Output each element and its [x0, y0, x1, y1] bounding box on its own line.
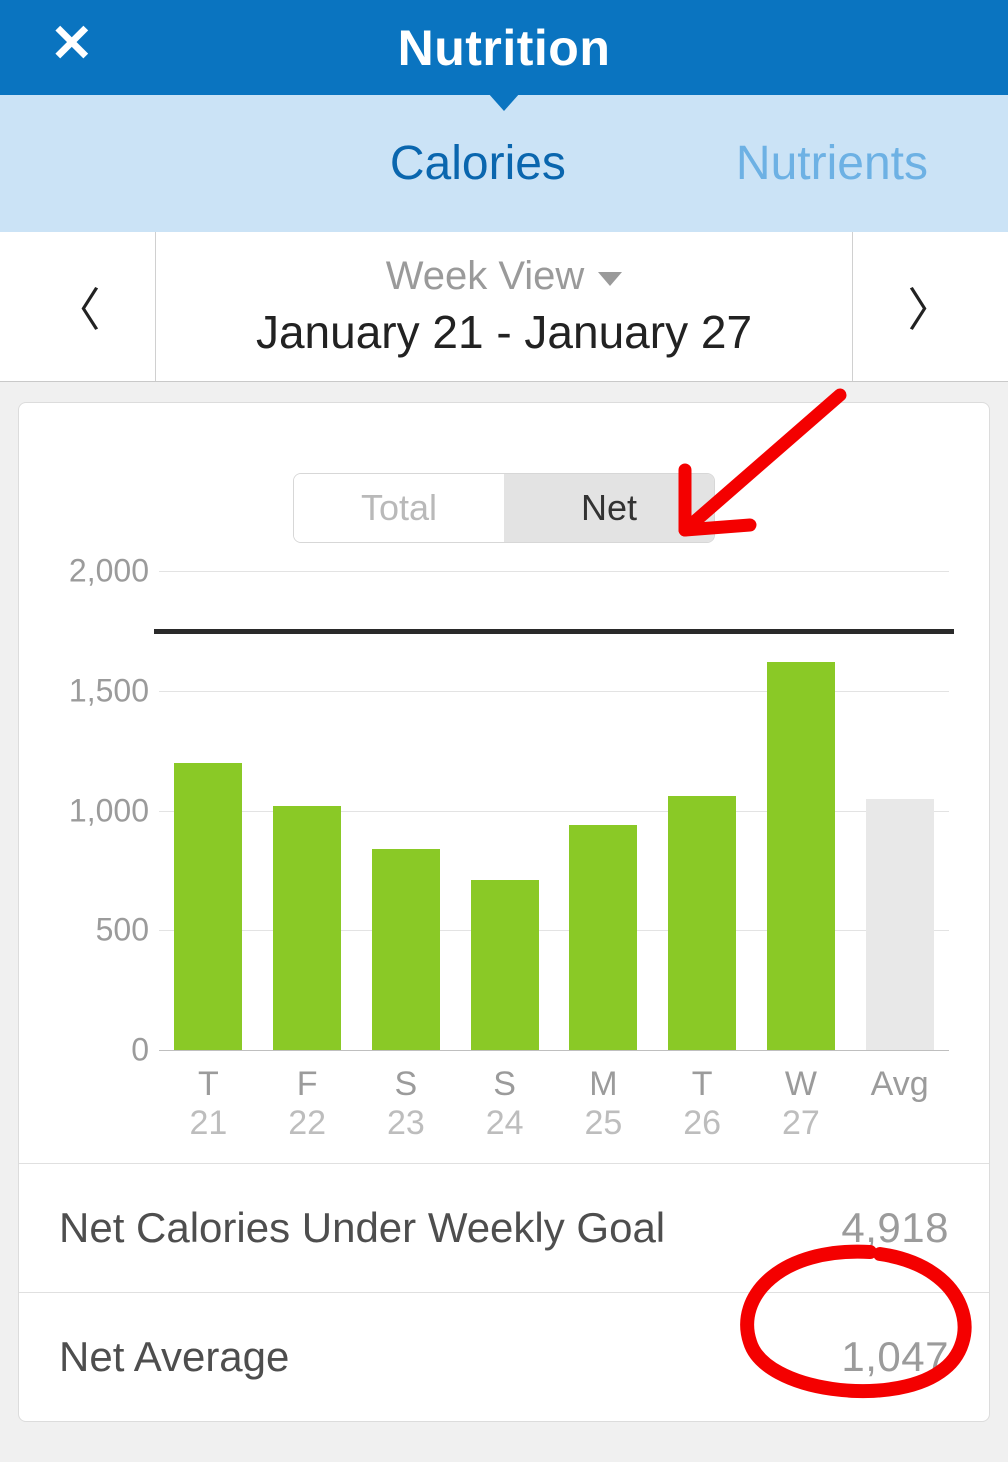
x-tick: W27 [752, 1051, 851, 1143]
close-icon[interactable]: ✕ [50, 18, 94, 70]
net-average-value: 1,047 [841, 1333, 949, 1381]
bar-Avg [866, 799, 934, 1050]
stats-list: Net Calories Under Weekly Goal 4,918 Net… [19, 1163, 989, 1421]
bar-S-24 [471, 880, 539, 1050]
nutrition-card: Total Net 0 500 1,000 1,500 2,000 T21F22S23S… [18, 402, 990, 1422]
x-tick: F22 [258, 1051, 357, 1143]
date-range-text: January 21 - January 27 [256, 305, 752, 359]
chevron-down-icon [598, 272, 622, 286]
tab-nutrients[interactable]: Nutrients [736, 136, 928, 191]
x-tick: S24 [455, 1051, 554, 1143]
x-tick: S23 [357, 1051, 456, 1143]
row-net-average: Net Average 1,047 [19, 1292, 989, 1421]
net-average-label: Net Average [59, 1333, 289, 1381]
y-tick-label: 0 [59, 1032, 149, 1069]
page-title: Nutrition [398, 19, 611, 77]
bar-T-21 [174, 763, 242, 1050]
bar-F-22 [273, 806, 341, 1050]
segment-total[interactable]: Total [294, 474, 504, 542]
bar-M-25 [569, 825, 637, 1050]
bar-T-26 [668, 796, 736, 1050]
y-tick-label: 2,000 [59, 553, 149, 590]
date-navigator: 〈 Week View January 21 - January 27 〉 [0, 232, 1008, 382]
bar-W-27 [767, 662, 835, 1050]
date-range-selector[interactable]: Week View January 21 - January 27 [155, 232, 853, 381]
tab-calories[interactable]: Calories [390, 136, 566, 191]
x-tick: Avg [850, 1051, 949, 1143]
calories-bar-chart: 05001,0001,5002,000 T21F22S23S24M25T26W2… [19, 561, 989, 1163]
y-tick-label: 500 [59, 912, 149, 949]
total-net-segmented-control[interactable]: Total Net [293, 473, 715, 543]
x-tick: T26 [653, 1051, 752, 1143]
bar-S-23 [372, 849, 440, 1050]
segment-net[interactable]: Net [504, 474, 714, 542]
view-mode-label: Week View [386, 254, 585, 299]
x-tick: M25 [554, 1051, 653, 1143]
y-tick-label: 1,000 [59, 792, 149, 829]
next-week-button[interactable]: 〉 [853, 232, 1008, 381]
y-tick-label: 1,500 [59, 672, 149, 709]
x-tick: T21 [159, 1051, 258, 1143]
sub-tab-bar: Calories Nutrients [0, 95, 1008, 232]
prev-week-button[interactable]: 〈 [0, 232, 155, 381]
under-goal-value: 4,918 [841, 1204, 949, 1252]
app-header: ✕ Nutrition [0, 0, 1008, 95]
row-under-goal: Net Calories Under Weekly Goal 4,918 [19, 1163, 989, 1292]
under-goal-label: Net Calories Under Weekly Goal [59, 1204, 665, 1252]
